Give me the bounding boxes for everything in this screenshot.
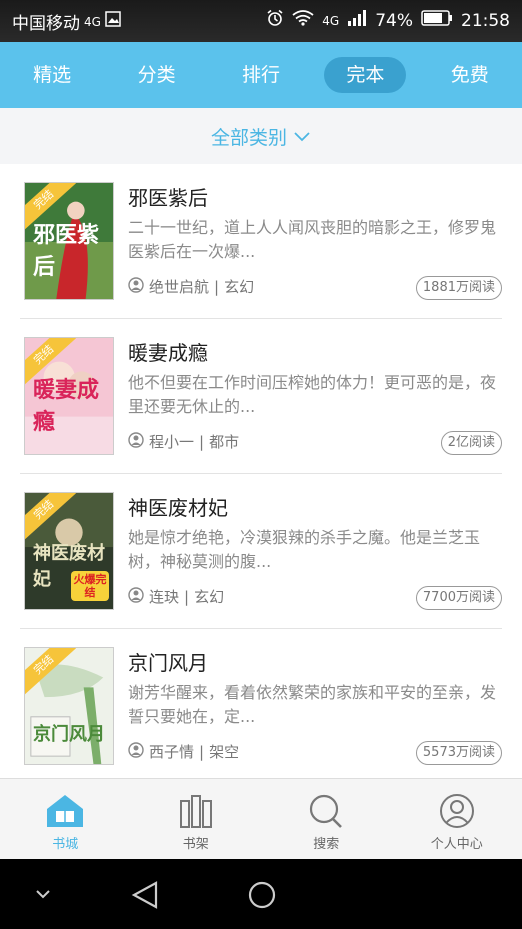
alarm-icon <box>266 9 284 32</box>
wifi-icon <box>292 10 314 31</box>
clock: 21:58 <box>461 10 510 31</box>
book-item[interactable]: 京门风月 完结 京门风月 谢芳华醒来，看着依然繁荣的家族和平安的至亲，发誓只要她… <box>20 629 502 778</box>
status-bar: 中国移动 4G 4G 74% 21:58 <box>0 0 522 42</box>
book-genre: 都市 <box>209 433 240 451</box>
book-list: 邪医紫后 完结 邪医紫后 二十一世纪，道上人人闻风丧胆的暗影之王，修罗鬼医紫后在… <box>0 164 522 778</box>
cover-title: 京门风月 <box>33 724 105 745</box>
read-count-badge: 2亿阅读 <box>440 431 502 455</box>
nav-label: 书架 <box>182 837 209 852</box>
book-cover: 京门风月 完结 <box>24 647 114 765</box>
category-filter-label: 全部类别 <box>210 126 287 149</box>
tab-completed[interactable]: 完本 <box>324 57 407 93</box>
bookshelf-icon <box>179 795 212 828</box>
top-tab-bar: 精选 分类 排行 完本 免费 <box>0 42 522 108</box>
book-description: 他不但要在工作时间压榨她的体力！更可恶的是，夜里还要无休止的... <box>128 373 497 416</box>
book-item[interactable]: 邪医紫后 完结 邪医紫后 二十一世纪，道上人人闻风丧胆的暗影之王，修罗鬼医紫后在… <box>20 164 502 319</box>
user-center-icon <box>439 794 474 828</box>
network-type-small: 4G <box>322 13 340 28</box>
carrier-name: 中国移动 <box>12 14 80 34</box>
nav-label: 搜索 <box>313 837 340 852</box>
author-icon <box>128 276 144 297</box>
book-author: 西子情 <box>149 743 195 761</box>
author-icon <box>128 586 144 607</box>
book-description: 谢芳华醒来，看着依然繁荣的家族和平安的至亲，发誓只要她在，定... <box>128 683 497 726</box>
cover-title: 暖妻成瘾 <box>33 377 100 435</box>
book-meta: 绝世启航 | 玄幻 <box>128 276 254 297</box>
tab-free[interactable]: 免费 <box>429 57 511 93</box>
book-author: 绝世启航 <box>149 278 210 296</box>
book-genre: 玄幻 <box>194 588 225 606</box>
tab-rankings[interactable]: 排行 <box>220 57 302 93</box>
book-title: 神医废材妃 <box>128 496 228 520</box>
book-description: 二十一世纪，道上人人闻风丧胆的暗影之王，修罗鬼医紫后在一次爆... <box>128 218 497 261</box>
book-genre: 玄幻 <box>224 278 255 296</box>
nav-bookshelf[interactable]: 书架 <box>141 779 251 859</box>
book-author: 连玦 <box>149 588 180 606</box>
battery-icon <box>421 10 453 31</box>
read-count-badge: 1881万阅读 <box>415 276 502 300</box>
book-item[interactable]: 神医废材妃 火爆完结 完结 神医废材妃 她是惊才绝艳，冷漠狠辣的杀手之魔。他是兰… <box>20 474 502 629</box>
nav-bookstore[interactable]: 书城 <box>10 779 120 859</box>
tab-featured[interactable]: 精选 <box>11 57 93 93</box>
bookstore-icon <box>47 795 84 827</box>
read-count-badge: 5573万阅读 <box>415 741 502 765</box>
book-title: 京门风月 <box>128 651 208 675</box>
system-nav-bar <box>0 859 522 929</box>
gallery-icon <box>105 11 121 32</box>
nav-search[interactable]: 搜索 <box>271 779 381 859</box>
nav-label: 书城 <box>52 837 79 852</box>
category-filter[interactable]: 全部类别 <box>0 108 522 164</box>
book-meta: 连玦 | 玄幻 <box>128 586 224 607</box>
book-description: 她是惊才绝艳，冷漠狠辣的杀手之魔。他是兰芝玉树，神秘莫测的腹... <box>128 528 481 571</box>
search-icon <box>310 794 343 828</box>
book-cover: 邪医紫后 完结 <box>24 182 114 300</box>
back-icon[interactable] <box>131 881 158 909</box>
book-author: 程小一 <box>149 433 195 451</box>
book-meta: 程小一 | 都市 <box>128 431 239 452</box>
book-genre: 架空 <box>209 743 240 761</box>
chevron-down-icon <box>293 125 311 147</box>
book-title: 邪医紫后 <box>128 186 208 210</box>
read-count-badge: 7700万阅读 <box>415 586 502 610</box>
hide-keyboard-icon[interactable] <box>36 890 50 899</box>
book-cover: 神医废材妃 火爆完结 完结 <box>24 492 114 610</box>
network-type: 4G <box>84 14 101 29</box>
battery-percent: 74% <box>375 10 413 31</box>
signal-icon <box>347 10 367 31</box>
cover-title: 邪医紫后 <box>33 222 100 280</box>
author-icon <box>128 741 144 762</box>
nav-user-center[interactable]: 个人中心 <box>402 779 512 859</box>
book-cover: 暖妻成瘾 完结 <box>24 337 114 455</box>
cover-hot-badge: 火爆完结 <box>71 571 109 601</box>
author-icon <box>128 431 144 452</box>
book-item[interactable]: 暖妻成瘾 完结 暖妻成瘾 他不但要在工作时间压榨她的体力！更可恶的是，夜里还要无… <box>20 319 502 474</box>
bottom-nav: 书城 书架 搜索 个人中心 <box>0 778 522 859</box>
nav-label: 个人中心 <box>430 837 483 852</box>
home-icon[interactable] <box>248 881 276 909</box>
book-meta: 西子情 | 架空 <box>128 741 239 762</box>
book-title: 暖妻成瘾 <box>128 341 208 365</box>
tab-categories[interactable]: 分类 <box>116 57 198 93</box>
